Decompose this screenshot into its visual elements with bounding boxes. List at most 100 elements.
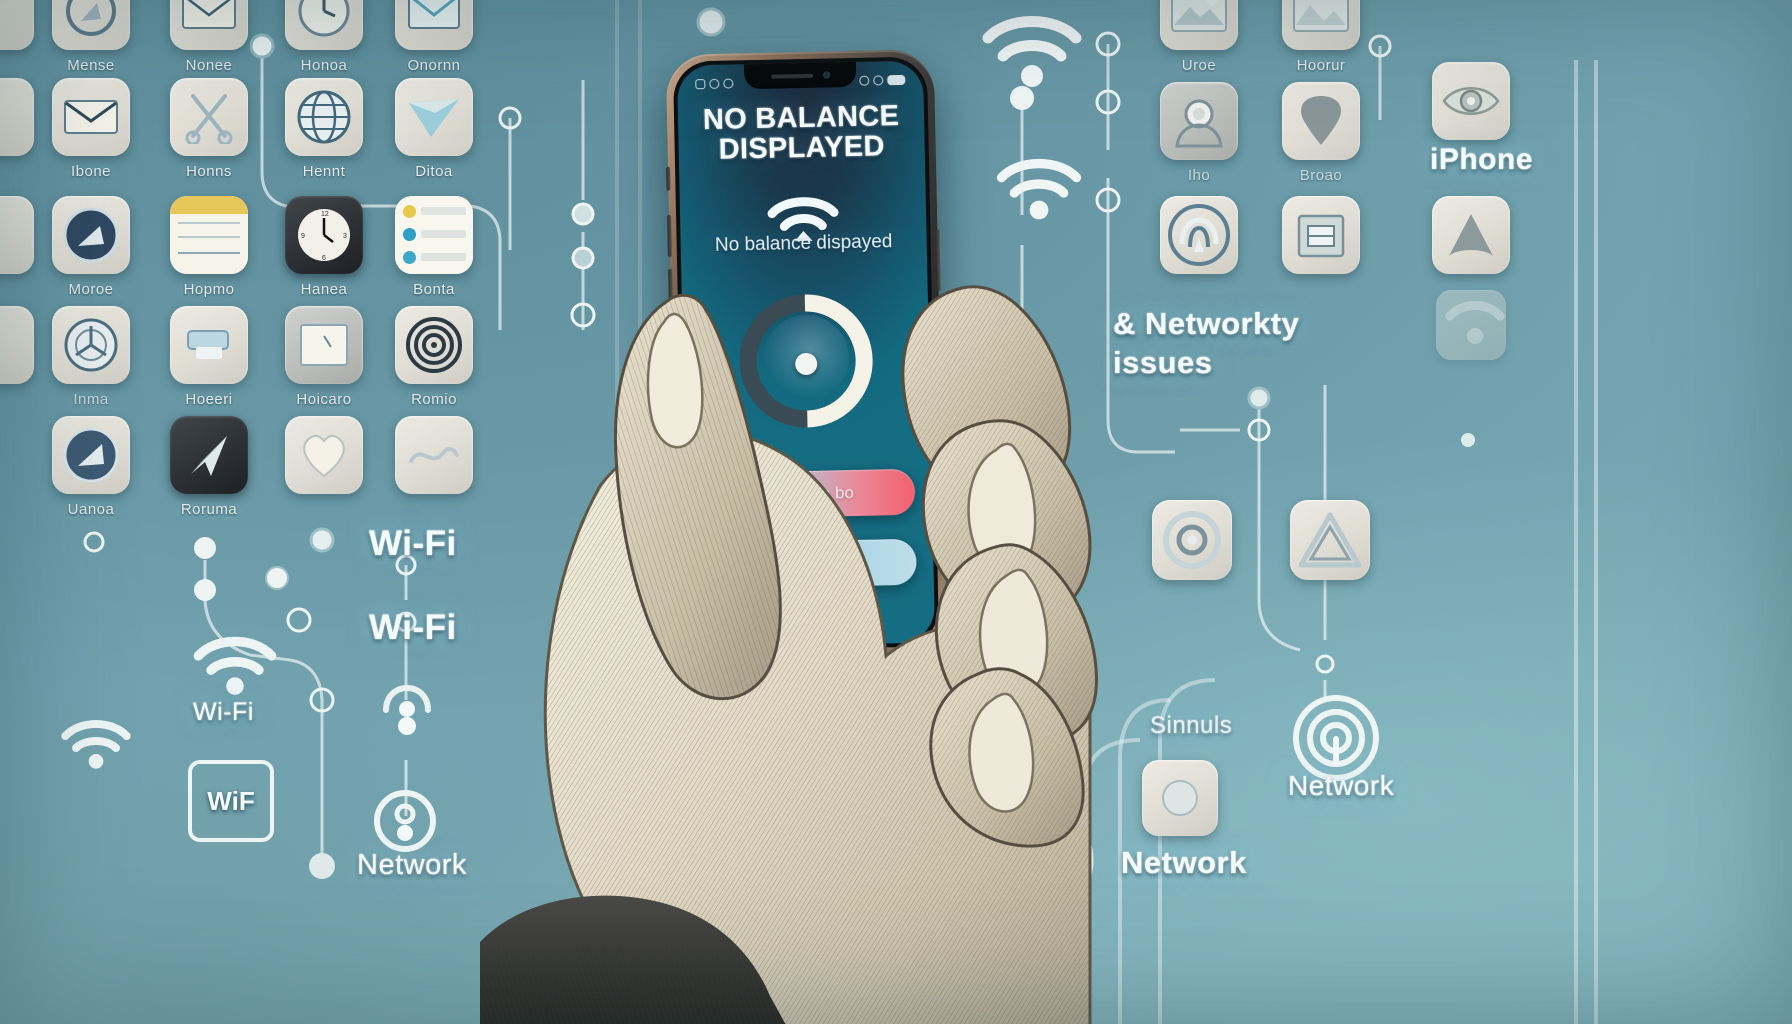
app-icon[interactable]: Hennt	[285, 78, 363, 180]
app-icon[interactable]: Nonee	[170, 0, 248, 74]
signal-icon	[695, 79, 706, 90]
app-icon[interactable]	[0, 0, 34, 50]
label-network-left: Network	[357, 849, 467, 881]
app-icon[interactable]	[1142, 760, 1218, 836]
screen-headline: NO BALANCE DISPLAYED	[702, 99, 900, 166]
app-icon[interactable]	[0, 196, 34, 274]
router-icon	[1282, 196, 1360, 274]
clock-icon	[285, 0, 363, 50]
app-icon[interactable]	[1432, 196, 1510, 274]
app-icon[interactable]	[395, 416, 473, 501]
app-icon[interactable]: Bonta	[395, 196, 473, 298]
app-icon[interactable]: 12 3 6 9 Hanea	[285, 196, 363, 298]
compass-icon	[52, 306, 130, 384]
heart-icon	[285, 416, 363, 494]
app-icon[interactable]	[1282, 196, 1360, 274]
warning-triangle-icon	[1290, 500, 1370, 580]
printer-icon	[170, 306, 248, 384]
svg-text:3: 3	[343, 233, 347, 240]
app-label: Moroe	[68, 281, 114, 298]
wifi-badge[interactable]: WiF	[188, 760, 274, 842]
app-icon[interactable]: Mense	[52, 0, 130, 74]
target-rings-icon	[1152, 500, 1232, 580]
paper-plane-icon	[395, 78, 473, 156]
app-icon[interactable]: Hoorur	[1282, 0, 1360, 74]
target-rings-icon	[395, 306, 473, 384]
app-icon[interactable]: Hopmo	[170, 196, 248, 298]
app-label: Hopmo	[183, 281, 235, 298]
mail-envelope-icon	[170, 0, 248, 50]
status-bar	[677, 68, 923, 95]
contact-person-icon	[1160, 82, 1238, 160]
globe-icon	[285, 78, 363, 156]
label-iphone: iPhone	[1430, 143, 1534, 176]
label-wifi-large-2: Wi-Fi	[369, 608, 457, 647]
app-icon[interactable]: Inma	[52, 306, 130, 408]
app-icon[interactable]: Hoeeri	[170, 306, 248, 408]
clock-icon: 12 3 6 9	[285, 196, 363, 274]
wave-icon	[395, 416, 473, 494]
app-label: Broao	[1299, 167, 1343, 184]
app-label: Hennt	[302, 163, 346, 180]
app-tile-cropped	[0, 78, 34, 156]
app-label: Honoa	[300, 57, 348, 74]
app-icon[interactable]: Honoa	[285, 0, 363, 74]
wifi-badge-label: WiF	[207, 785, 255, 816]
reminders-list-icon	[395, 196, 473, 274]
app-tile-cropped	[0, 0, 34, 50]
compass-icon	[52, 0, 130, 50]
app-icon[interactable]	[1290, 500, 1370, 580]
app-icon[interactable]	[1160, 196, 1238, 274]
app-label: Bonta	[413, 281, 455, 298]
bluetooth-icon	[859, 75, 870, 86]
app-icon[interactable]: Moroe	[52, 196, 130, 298]
app-icon[interactable]: Uanoa	[52, 416, 130, 518]
app-label: Hoorur	[1296, 57, 1346, 74]
app-icon[interactable]: Ibone	[52, 78, 130, 180]
app-icon[interactable]: Uroe	[1160, 0, 1238, 74]
image-photo-icon	[1160, 0, 1238, 50]
app-label: Uanoa	[67, 501, 115, 518]
app-icon[interactable]: Romio	[395, 306, 473, 408]
app-label: Onornn	[407, 57, 461, 74]
network-person-icon	[383, 684, 431, 735]
app-icon[interactable]: Iho	[1160, 82, 1238, 184]
network-person-icon	[374, 790, 436, 852]
wifi-icon	[873, 75, 884, 86]
svg-text:6: 6	[322, 255, 326, 262]
app-icon[interactable]: Broao	[1282, 82, 1360, 184]
label-network-issues: & Networkty issues	[1113, 306, 1300, 380]
notes-icon	[170, 196, 248, 274]
battery-icon	[887, 74, 906, 86]
app-tile-cropped	[0, 306, 34, 384]
paper-plane-icon	[170, 416, 248, 494]
app-label: Uroe	[1181, 57, 1217, 74]
lock-icon	[723, 78, 734, 89]
compass-icon	[52, 416, 130, 494]
app-icon[interactable]	[285, 416, 363, 501]
triangle-up-icon	[1432, 196, 1510, 274]
app-label: Nonee	[185, 57, 233, 74]
app-icon[interactable]: Ditoa	[395, 78, 473, 180]
location-pin-icon	[1282, 82, 1360, 160]
app-icon[interactable]	[1152, 500, 1232, 580]
image-photo-icon	[1282, 0, 1360, 50]
eye-icon	[1432, 62, 1510, 140]
app-label: Mense	[67, 57, 115, 74]
scissors-icon	[170, 78, 248, 156]
app-label: Honns	[186, 163, 232, 180]
app-label: Hoeeri	[185, 391, 233, 408]
app-icon[interactable]	[0, 78, 34, 156]
app-label: Hanea	[300, 281, 348, 298]
app-icon[interactable]: Onornn	[395, 0, 473, 74]
app-label: Inma	[73, 391, 109, 408]
app-icon[interactable]: Hoicaro	[285, 306, 363, 408]
mute-switch[interactable]	[666, 166, 671, 191]
label-sinnuls: Sinnuls	[1150, 712, 1233, 739]
label-network-mid: Network	[1121, 845, 1247, 880]
label-wifi-small: Wi-Fi	[193, 698, 254, 726]
app-icon[interactable]	[0, 306, 34, 384]
app-icon[interactable]: Roruma	[170, 416, 248, 518]
app-icon[interactable]: Honns	[170, 78, 248, 180]
note-page-icon	[285, 306, 363, 384]
